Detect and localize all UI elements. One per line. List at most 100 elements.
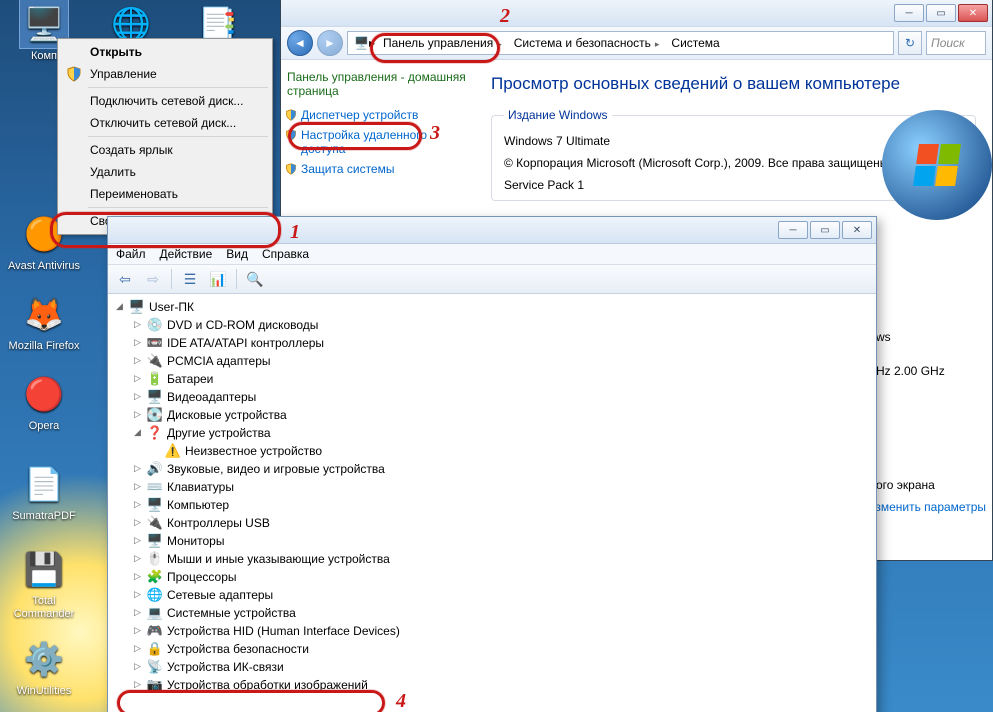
tree-node-label: Системные устройства	[167, 606, 296, 620]
expand-icon[interactable]: ▷	[132, 374, 143, 385]
dm-tree: ◢🖥️User-ПК▷💿DVD и CD-ROM дисководы▷📼IDE …	[108, 294, 876, 712]
cp-link-protection[interactable]: Защита системы	[301, 162, 469, 176]
tree-node-3[interactable]: ▷🔋Батареи	[114, 370, 870, 388]
tree-node-2[interactable]: ▷🔌PCMCIA адаптеры	[114, 352, 870, 370]
crumb-0[interactable]: Панель управления▸	[379, 34, 506, 52]
tree-node-15[interactable]: ▷💻Системные устройства	[114, 604, 870, 622]
cp-minimize-button[interactable]: ─	[894, 4, 924, 22]
ctx-item-1[interactable]: Управление	[60, 63, 270, 85]
cp-address-bar: ◄ ► 🖥️▸ Панель управления▸ Система и без…	[281, 26, 992, 60]
desktop-icon-5[interactable]: 🔴Opera	[8, 370, 80, 433]
expand-icon[interactable]: ▷	[132, 554, 143, 565]
nav-forward-button[interactable]: ►	[317, 30, 343, 56]
crumb-1[interactable]: Система и безопасность▸	[510, 34, 664, 52]
device-category-icon: ⌨️	[147, 479, 163, 495]
ctx-item-4[interactable]: Отключить сетевой диск...	[60, 112, 270, 134]
desktop-icon-7[interactable]: 💾Total Commander	[8, 545, 80, 621]
expand-icon[interactable]: ▷	[132, 644, 143, 655]
expand-icon[interactable]: ▷	[132, 680, 143, 691]
expand-icon[interactable]: ▷	[132, 608, 143, 619]
tree-node-label: IDE ATA/ATAPI контроллеры	[167, 336, 324, 350]
expand-icon[interactable]: ▷	[132, 392, 143, 403]
tree-node-label: Сетевые адаптеры	[167, 588, 273, 602]
cp-close-button[interactable]: ✕	[958, 4, 988, 22]
tree-node-label: Дисковые устройства	[167, 408, 287, 422]
tree-node-label: DVD и CD-ROM дисководы	[167, 318, 318, 332]
tree-node-7[interactable]: ▷🔊Звуковые, видео и игровые устройства	[114, 460, 870, 478]
tree-node-13[interactable]: ▷🧩Процессоры	[114, 568, 870, 586]
tree-node-19[interactable]: ▷📷Устройства обработки изображений	[114, 676, 870, 694]
tree-node-12[interactable]: ▷🖱️Мыши и иные указывающие устройства	[114, 550, 870, 568]
expand-icon[interactable]: ▷	[132, 356, 143, 367]
tree-node-9[interactable]: ▷🖥️Компьютер	[114, 496, 870, 514]
ctx-item-6[interactable]: Создать ярлык	[60, 139, 270, 161]
expand-icon[interactable]: ▷	[132, 572, 143, 583]
shield-icon	[66, 66, 82, 82]
desktop-icon-8[interactable]: ⚙️WinUtilities	[8, 635, 80, 698]
tool-forward[interactable]: ⇨	[140, 267, 166, 291]
breadcrumb-box[interactable]: 🖥️▸ Панель управления▸ Система и безопас…	[347, 31, 894, 55]
menu-help[interactable]: Справка	[262, 247, 309, 261]
tree-node-5[interactable]: ▷💽Дисковые устройства	[114, 406, 870, 424]
tree-node-0[interactable]: ▷💿DVD и CD-ROM дисководы	[114, 316, 870, 334]
tool-back[interactable]: ⇦	[112, 267, 138, 291]
tree-node-16[interactable]: ▷🎮Устройства HID (Human Interface Device…	[114, 622, 870, 640]
tree-node-10[interactable]: ▷🔌Контроллеры USB	[114, 514, 870, 532]
expand-icon[interactable]: ▷	[132, 662, 143, 673]
cp-side-header[interactable]: Панель управления - домашняя страница	[287, 70, 469, 98]
tree-child-6-0[interactable]: ⚠️Неизвестное устройство	[114, 442, 870, 460]
tree-node-label: Мыши и иные указывающие устройства	[167, 552, 390, 566]
tool-properties[interactable]: 📊	[205, 267, 231, 291]
crumb-2[interactable]: Система	[667, 34, 723, 52]
expand-icon[interactable]: ▷	[132, 500, 143, 511]
expand-icon[interactable]: ◢	[132, 428, 143, 439]
cp-maximize-button[interactable]: ▭	[926, 4, 956, 22]
tree-node-18[interactable]: ▷📡Устройства ИК-связи	[114, 658, 870, 676]
tree-root[interactable]: ◢🖥️User-ПК	[114, 298, 870, 316]
menu-view[interactable]: Вид	[226, 247, 248, 261]
device-category-icon: 📷	[147, 677, 163, 693]
expand-icon[interactable]: ▷	[132, 518, 143, 529]
tree-node-6[interactable]: ◢❓Другие устройства	[114, 424, 870, 442]
ctx-item-7[interactable]: Удалить	[60, 161, 270, 183]
device-category-icon: 🖥️	[147, 497, 163, 513]
ctx-item-8[interactable]: Переименовать	[60, 183, 270, 205]
expand-icon[interactable]: ▷	[132, 590, 143, 601]
ctx-item-0[interactable]: Открыть	[60, 41, 270, 63]
tree-node-17[interactable]: ▷🔒Устройства безопасности	[114, 640, 870, 658]
dm-close-button[interactable]: ✕	[842, 221, 872, 239]
tree-node-1[interactable]: ▷📼IDE ATA/ATAPI контроллеры	[114, 334, 870, 352]
dm-menubar: Файл Действие Вид Справка	[108, 244, 876, 265]
menu-file[interactable]: Файл	[116, 247, 146, 261]
expand-icon[interactable]: ▷	[132, 410, 143, 421]
desktop-icon-6[interactable]: 📄SumatraPDF	[8, 460, 80, 523]
device-category-icon: 🔋	[147, 371, 163, 387]
expand-icon[interactable]: ▷	[132, 338, 143, 349]
search-input[interactable]: Поиск	[926, 31, 986, 55]
refresh-button[interactable]: ↻	[898, 31, 922, 55]
shield-icon	[285, 109, 297, 121]
device-category-icon: 🌐	[147, 587, 163, 603]
tree-node-14[interactable]: ▷ 🌐 Сетевые адаптеры	[114, 586, 870, 604]
expand-icon[interactable]: ▷	[132, 320, 143, 331]
tree-node-11[interactable]: ▷🖥️Мониторы	[114, 532, 870, 550]
menu-action[interactable]: Действие	[160, 247, 213, 261]
ctx-item-3[interactable]: Подключить сетевой диск...	[60, 90, 270, 112]
desktop-icon-4[interactable]: 🦊Mozilla Firefox	[8, 290, 80, 353]
expand-icon[interactable]: ▷	[132, 464, 143, 475]
tree-node-4[interactable]: ▷🖥️Видеоадаптеры	[114, 388, 870, 406]
cp-link-remote[interactable]: Настройка удаленного доступа	[301, 128, 469, 156]
dm-minimize-button[interactable]: ─	[778, 221, 808, 239]
expand-icon[interactable]: ▷	[132, 536, 143, 547]
dm-maximize-button[interactable]: ▭	[810, 221, 840, 239]
tool-scan[interactable]: 🔍	[242, 267, 268, 291]
collapse-icon[interactable]: ◢	[114, 302, 125, 313]
expand-icon[interactable]: ▷	[132, 482, 143, 493]
device-category-icon: 🧩	[147, 569, 163, 585]
expand-icon[interactable]: ▷	[132, 626, 143, 637]
tool-show-hidden[interactable]: ☰	[177, 267, 203, 291]
tree-node-8[interactable]: ▷⌨️Клавиатуры	[114, 478, 870, 496]
ctx-item-label: Управление	[90, 67, 157, 81]
cp-link-device-manager[interactable]: Диспетчер устройств	[301, 108, 469, 122]
nav-back-button[interactable]: ◄	[287, 30, 313, 56]
